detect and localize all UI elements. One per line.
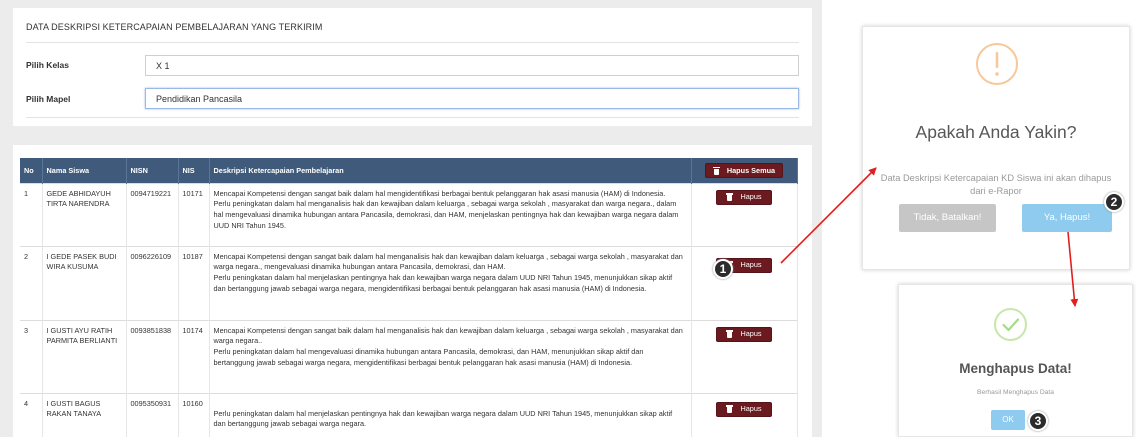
divider <box>26 42 799 43</box>
cell-action: Hapus <box>691 392 798 437</box>
col-header-nis: NIS <box>178 158 210 183</box>
col-header-nama: Nama Siswa <box>42 158 127 183</box>
desc-line: Perlu peningkatan dalam hal menganalisis… <box>213 199 679 230</box>
cell-no: 4 <box>20 392 43 437</box>
hapus-label: Hapus <box>740 403 762 413</box>
desc-line: Perlu peningkatan dalam hal mengevaluasi… <box>213 347 644 367</box>
trash-icon <box>726 193 734 201</box>
cell-action: Hapus <box>691 182 798 246</box>
cell-nama: GEDE ABHIDAYUH TIRTA NARENDRA <box>42 182 127 246</box>
cell-deskripsi: Perlu peningkatan dalam hal menjelaskan … <box>209 392 692 437</box>
mapel-label: Pilih Mapel <box>26 94 71 104</box>
table-row: 3 I GUSTI AYU RATIH PARMITA BERLIANTI 00… <box>20 319 798 393</box>
col-header-nisn: NISN <box>126 158 179 183</box>
desc-line: Perlu peningkatan dalam hal menjelaskan … <box>213 273 673 293</box>
cell-nisn: 0096226109 <box>126 245 179 320</box>
kelas-select[interactable]: X 1 <box>145 55 799 76</box>
step-badge-2: 2 <box>1104 192 1124 212</box>
filter-panel: DATA DESKRIPSI KETERCAPAIAN PEMBELAJARAN… <box>13 8 812 126</box>
dialog-title: Apakah Anda Yakin? <box>915 122 1077 142</box>
cell-action: Hapus <box>691 245 798 320</box>
mapel-select[interactable]: Pendidikan Pancasila <box>145 88 799 109</box>
cell-nama: I GUSTI BAGUS RAKAN TANAYA <box>42 392 127 437</box>
dialog-title: Menghapus Data! <box>959 361 1072 376</box>
checkmark-icon <box>994 308 1027 341</box>
col-header-deskripsi: Deskripsi Ketercapaian Pembelajaran <box>209 158 692 183</box>
desc-line: Mencapai Kompetensi dengan sangat baik d… <box>213 188 666 198</box>
trash-icon <box>712 166 720 175</box>
dialog-message: Data Deskripsi Ketercapaian KD Siswa ini… <box>880 173 1112 197</box>
col-header-action: Hapus Semua <box>691 158 798 183</box>
panel-title: DATA DESKRIPSI KETERCAPAIAN PEMBELAJARAN… <box>26 22 323 32</box>
table-row: 4 I GUSTI BAGUS RAKAN TANAYA 0095350931 … <box>20 392 798 437</box>
desc-line: Mencapai Kompetensi dengan sangat baik d… <box>213 251 683 272</box>
confirm-dialog: Apakah Anda Yakin? Data Deskripsi Keterc… <box>862 26 1130 270</box>
hapus-semua-label: Hapus Semua <box>726 166 776 176</box>
hapus-semua-button[interactable]: Hapus Semua <box>704 163 784 179</box>
cell-action: Hapus <box>691 319 798 393</box>
hapus-label: Hapus <box>740 191 762 201</box>
ok-button[interactable]: OK <box>991 410 1025 430</box>
cell-nisn: 0094719221 <box>126 182 179 246</box>
hapus-label: Hapus <box>740 328 762 338</box>
step-badge-3: 3 <box>1028 411 1048 431</box>
cell-no: 1 <box>20 182 43 246</box>
cell-nisn: 0093851838 <box>126 319 179 393</box>
cell-no: 3 <box>20 319 43 393</box>
kelas-label: Pilih Kelas <box>26 60 69 70</box>
dialog-message: Berhasil Menghapus Data <box>977 389 1054 396</box>
cell-no: 2 <box>20 245 43 320</box>
trash-icon <box>726 405 734 413</box>
desc-line: Perlu peningkatan dalam hal menjelaskan … <box>213 408 673 429</box>
trash-icon <box>726 330 734 338</box>
desc-line <box>214 399 685 409</box>
cell-nisn: 0095350931 <box>126 392 179 437</box>
tutorial-screenshot: DATA DESKRIPSI KETERCAPAIAN PEMBELAJARAN… <box>0 0 1143 437</box>
desc-line: Mencapai Kompetensi dengan sangat baik d… <box>213 325 683 346</box>
table-row: 2 I GEDE PASEK BUDI WIRA KUSUMA 00962261… <box>20 245 798 320</box>
deskripsi-table: No Nama Siswa NISN NIS Deskripsi Keterca… <box>20 158 798 437</box>
cell-nis: 10187 <box>178 245 210 320</box>
table-panel: No Nama Siswa NISN NIS Deskripsi Keterca… <box>13 145 812 437</box>
cell-deskripsi: Mencapai Kompetensi dengan sangat baik d… <box>209 319 692 393</box>
cancel-button[interactable]: Tidak, Batalkan! <box>899 204 996 232</box>
hapus-button[interactable]: Hapus <box>716 326 772 342</box>
exclamation-icon <box>976 43 1018 85</box>
cell-nama: I GUSTI AYU RATIH PARMITA BERLIANTI <box>42 319 127 393</box>
cell-nis: 10171 <box>178 182 210 246</box>
erapor-app: DATA DESKRIPSI KETERCAPAIAN PEMBELAJARAN… <box>0 0 822 437</box>
cell-nis: 10174 <box>178 319 210 393</box>
divider <box>26 117 799 118</box>
hapus-button[interactable]: Hapus <box>716 189 772 205</box>
col-header-no: No <box>20 158 43 183</box>
success-dialog: Menghapus Data! Berhasil Menghapus Data … <box>898 284 1133 437</box>
hapus-label: Hapus <box>740 259 762 269</box>
cell-nama: I GEDE PASEK BUDI WIRA KUSUMA <box>42 245 127 320</box>
cell-deskripsi: Mencapai Kompetensi dengan sangat baik d… <box>209 182 692 246</box>
hapus-button[interactable]: Hapus <box>716 401 772 417</box>
cell-deskripsi: Mencapai Kompetensi dengan sangat baik d… <box>209 245 692 320</box>
table-row: 1 GEDE ABHIDAYUH TIRTA NARENDRA 00947192… <box>20 182 798 246</box>
step-badge-1: 1 <box>713 259 733 279</box>
table-header-row: No Nama Siswa NISN NIS Deskripsi Keterca… <box>20 158 798 183</box>
cell-nis: 10160 <box>178 392 210 437</box>
confirm-delete-button[interactable]: Ya, Hapus! <box>1022 204 1112 232</box>
